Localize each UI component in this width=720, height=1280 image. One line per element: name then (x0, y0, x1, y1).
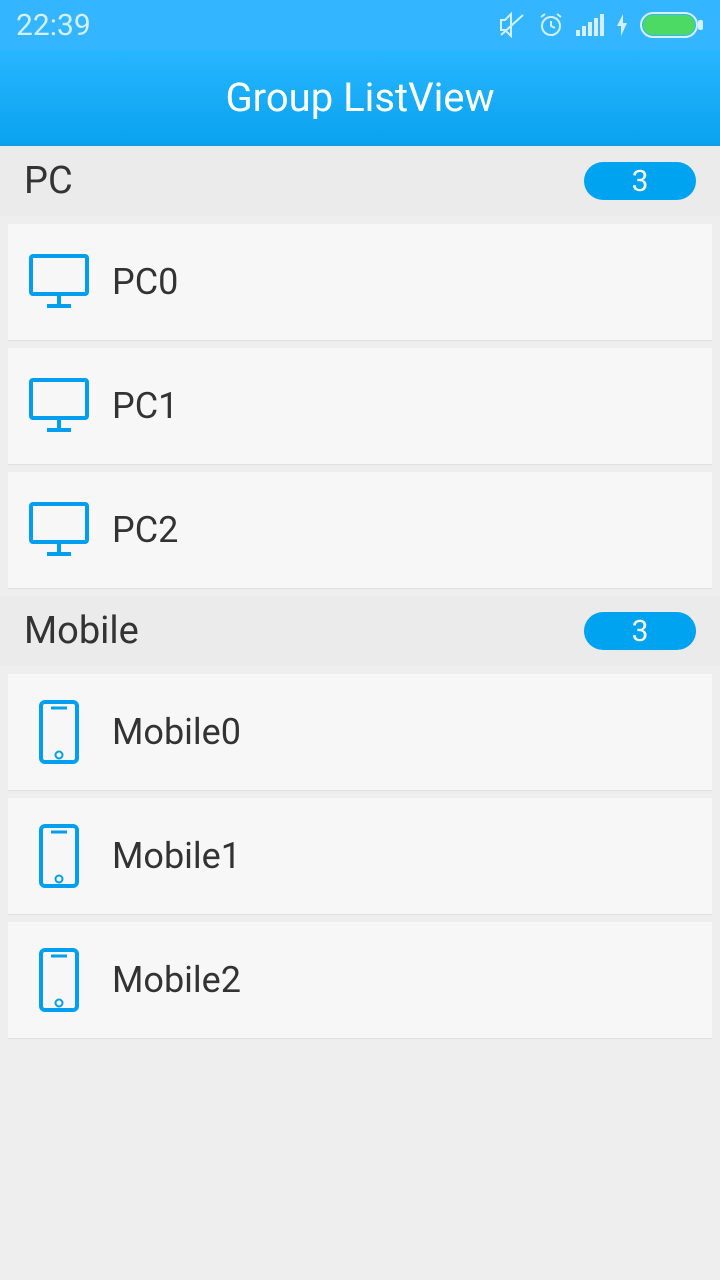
monitor-icon (24, 378, 94, 434)
list-item-pc2[interactable]: PC2 (8, 472, 712, 588)
count-badge: 3 (584, 612, 696, 650)
list-item-mobile1[interactable]: Mobile1 (8, 798, 712, 914)
phone-icon (24, 824, 94, 888)
signal-icon (576, 14, 604, 36)
item-label: PC1 (112, 385, 178, 427)
monitor-icon (24, 254, 94, 310)
battery-icon (640, 12, 704, 38)
status-time: 22:39 (16, 8, 91, 43)
item-label: Mobile0 (112, 711, 241, 753)
item-label: Mobile1 (112, 835, 241, 877)
charging-icon (616, 14, 628, 36)
app-bar: Group ListView (0, 50, 720, 146)
list-item-mobile2[interactable]: Mobile2 (8, 922, 712, 1038)
list-item-pc1[interactable]: PC1 (8, 348, 712, 464)
item-label: PC2 (112, 509, 178, 551)
section-label: PC (24, 159, 584, 203)
status-bar: 22:39 (0, 0, 720, 50)
list-item-mobile0[interactable]: Mobile0 (8, 674, 712, 790)
mute-icon (498, 12, 526, 38)
section-header-mobile[interactable]: Mobile 3 (0, 596, 720, 666)
item-label: PC0 (112, 261, 178, 303)
alarm-icon (538, 12, 564, 38)
section-header-pc[interactable]: PC 3 (0, 146, 720, 216)
app-title: Group ListView (225, 74, 494, 121)
phone-icon (24, 948, 94, 1012)
count-badge: 3 (584, 162, 696, 200)
list-item-pc0[interactable]: PC0 (8, 224, 712, 340)
phone-icon (24, 700, 94, 764)
list-content: PC 3 PC0 PC1 (0, 146, 720, 1038)
monitor-icon (24, 502, 94, 558)
item-label: Mobile2 (112, 959, 241, 1001)
section-label: Mobile (24, 609, 584, 653)
status-icons (498, 12, 704, 38)
